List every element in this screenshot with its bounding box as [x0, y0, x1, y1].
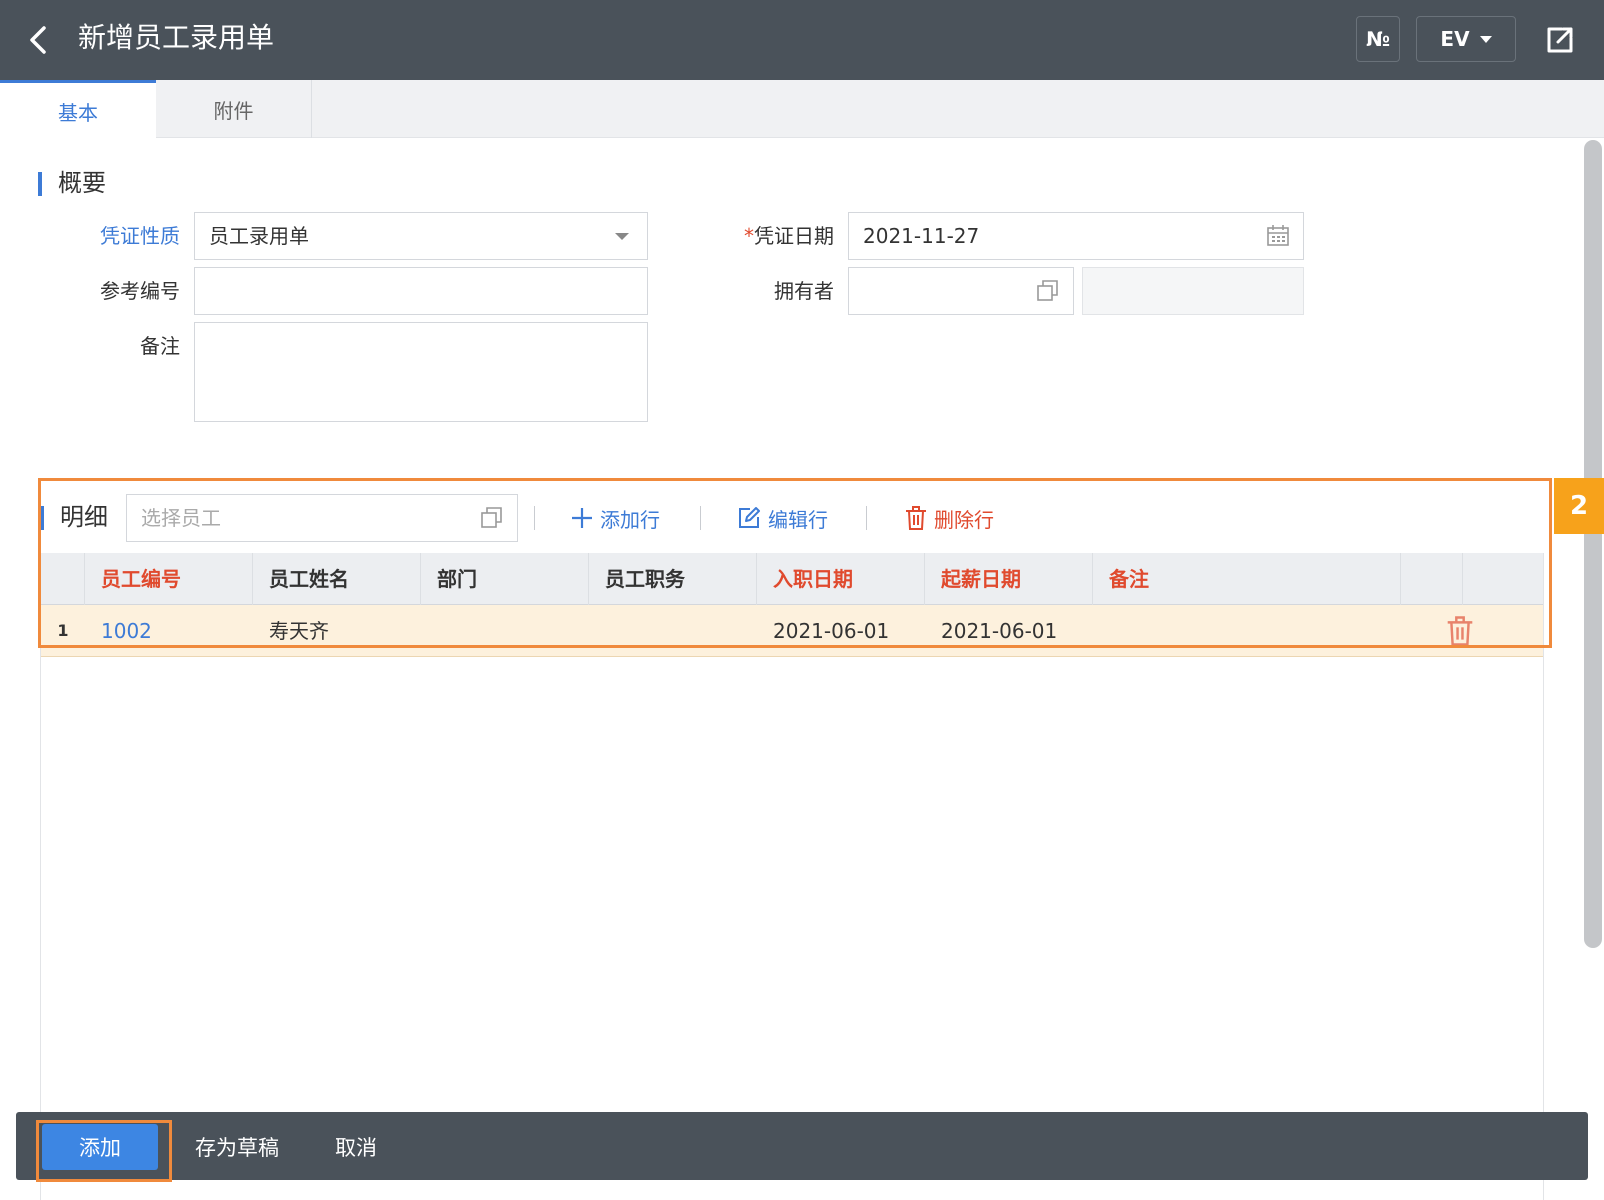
row-number: 1 [57, 621, 69, 640]
voucher-type-value: 员工录用单 [209, 224, 309, 248]
calendar-icon[interactable] [1265, 223, 1291, 249]
app-window: 新增员工录用单 № EV 基本 附件 概要 凭证性质 员工录用单 参考编号 备注… [0, 0, 1604, 1200]
cell-emp-name: 寿天齐 [269, 619, 329, 643]
delete-row-button[interactable]: 删除行 [904, 500, 994, 536]
page-title: 新增员工录用单 [78, 21, 275, 54]
delete-row-label: 删除行 [934, 507, 994, 532]
column-header-dept[interactable]: 部门 [421, 553, 589, 605]
column-header-position[interactable]: 员工职务 [589, 553, 757, 605]
cell-position [589, 605, 757, 657]
toolbar-divider [700, 506, 701, 530]
edit-row-button[interactable]: 编辑行 [736, 500, 828, 536]
ref-no-input[interactable] [194, 267, 648, 315]
trash-icon [906, 506, 926, 530]
voucher-date-label-text: 凭证日期 [754, 224, 834, 248]
column-header-hire-date[interactable]: 入职日期 [757, 553, 925, 605]
add-button[interactable]: 添加 [42, 1124, 158, 1170]
owner-label: 拥有者 [774, 279, 834, 303]
cell-pay-start-date: 2021-06-01 [941, 619, 1058, 643]
edit-icon [739, 507, 760, 528]
owner-input[interactable] [848, 267, 1074, 315]
add-row-label: 添加行 [600, 507, 660, 532]
top-header: 新增员工录用单 № EV [0, 0, 1604, 80]
table-header: 员工编号 员工姓名 部门 员工职务 入职日期 起薪日期 备注 [41, 553, 1543, 605]
column-header-emp-no[interactable]: 员工编号 [85, 553, 253, 605]
tab-basic[interactable]: 基本 [0, 80, 156, 139]
lookup-copy-icon[interactable] [1035, 278, 1061, 304]
row-number-header [41, 553, 85, 605]
step-badge: 2 [1554, 478, 1604, 534]
numbering-button[interactable]: № [1356, 16, 1400, 62]
toolbar-divider [534, 506, 535, 530]
summary-section-title: 概要 [58, 169, 106, 197]
edit-row-label: 编辑行 [768, 507, 828, 532]
detail-accent-bar [40, 506, 44, 530]
caret-down-icon [615, 233, 629, 240]
caret-down-icon [1479, 35, 1492, 43]
column-header-pay-start-date[interactable]: 起薪日期 [925, 553, 1093, 605]
voucher-type-label[interactable]: 凭证性质 [60, 213, 180, 259]
vertical-scrollbar[interactable] [1584, 140, 1602, 948]
save-draft-button[interactable]: 存为草稿 [182, 1124, 292, 1170]
voucher-date-value: 2021-11-27 [863, 224, 980, 248]
external-share-icon [1547, 27, 1573, 53]
tab-bar: 基本 附件 [0, 80, 1604, 139]
ref-no-label: 参考编号 [100, 279, 180, 303]
detail-table: 员工编号 员工姓名 部门 员工职务 入职日期 起薪日期 备注 1002 寿天齐 … [40, 553, 1544, 1200]
share-button[interactable] [1540, 20, 1580, 60]
ev-dropdown-button[interactable]: EV [1416, 16, 1516, 62]
column-header-actions [1401, 553, 1463, 605]
back-button[interactable] [24, 20, 56, 60]
voucher-date-label: *凭证日期 [700, 213, 834, 259]
plus-icon [572, 508, 592, 528]
tab-attachments[interactable]: 附件 [156, 80, 312, 138]
footer-action-bar: 添加 存为草稿 取消 [16, 1112, 1588, 1180]
cancel-button[interactable]: 取消 [316, 1124, 396, 1170]
cell-remark [1093, 605, 1401, 657]
cell-dept [421, 605, 589, 657]
cell-hire-date: 2021-06-01 [773, 619, 890, 643]
lookup-copy-icon[interactable] [479, 505, 505, 531]
owner-name-display [1082, 267, 1304, 315]
employee-select-input[interactable]: 选择员工 [126, 494, 518, 542]
required-mark: * [744, 224, 754, 248]
column-header-remark[interactable]: 备注 [1093, 553, 1401, 605]
trash-icon [1447, 616, 1473, 646]
voucher-type-select[interactable]: 员工录用单 [194, 212, 648, 260]
add-row-button[interactable]: 添加行 [570, 500, 660, 536]
employee-select-placeholder: 选择员工 [141, 506, 221, 530]
toolbar-divider [866, 506, 867, 530]
column-header-emp-name[interactable]: 员工姓名 [253, 553, 421, 605]
detail-section-title: 明细 [60, 503, 108, 531]
table-row[interactable]: 1002 寿天齐 2021-06-01 2021-06-01 [41, 605, 1543, 657]
remark-label: 备注 [140, 334, 180, 358]
cell-emp-no[interactable]: 1002 [85, 605, 253, 657]
row-delete-button[interactable] [1445, 615, 1475, 647]
ev-label: EV [1440, 27, 1470, 51]
voucher-date-input[interactable]: 2021-11-27 [848, 212, 1304, 260]
chevron-left-icon [30, 26, 46, 54]
remark-textarea[interactable] [194, 322, 648, 422]
